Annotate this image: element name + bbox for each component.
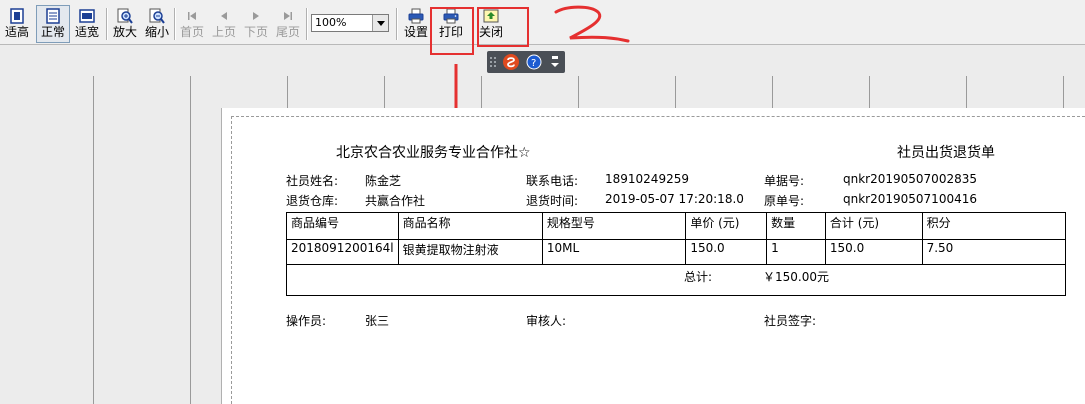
fit-height-label: 适高 [4,25,29,39]
fit-width-button[interactable]: 适宽 [70,6,104,42]
column-header: 积分 [921,212,1067,240]
toolbar-separator [396,8,397,40]
normal-size-icon [45,8,61,24]
total-cell: 总计: ￥150.00元 [286,264,1066,296]
annotation-box-close [477,7,529,47]
report-page: 北京农合农业服务专业合作社☆ 社员出货退货单 社员姓名: 陈金芝 联系电话: 1… [222,108,1085,404]
last-page-icon [280,8,296,24]
next-page-button[interactable]: 下页 [239,6,273,42]
annotation-box-print [430,7,474,55]
first-page-label: 首页 [179,25,204,39]
items-table: 商品编号 商品名称 规格型号 单价 (元) 数量 合计 (元) 积分 20180… [286,212,1067,296]
next-page-icon [248,8,264,24]
guide-line [93,76,94,404]
phone-value: 18910249259 [605,172,689,186]
ime-menu-icon [551,63,559,67]
column-header: 单价 (元) [685,212,768,240]
table-row: 2018091200164l 银黄提取物注射液 10ML 150.0 1 150… [286,239,1067,265]
company-name: 北京农合农业服务专业合作社☆ [336,145,531,161]
fit-height-icon [9,8,25,24]
guide-line [772,76,773,108]
original-number-value: qnkr20190507100416 [843,192,977,206]
reviewer-label: 审核人: [526,314,567,328]
printer-setup-icon [408,8,424,24]
column-header: 数量 [766,212,826,240]
member-name-label: 社员姓名: [286,174,339,188]
print-setup-button[interactable]: 设置 [399,6,433,42]
signature-label: 社员签字: [764,314,817,328]
normal-size-button[interactable]: 正常 [36,5,70,43]
guide-line [1063,76,1064,108]
warehouse-label: 退货仓库: [286,194,339,208]
first-page-icon [184,8,200,24]
item-code-cell: 2018091200164l [286,239,399,265]
svg-text:?: ? [531,58,536,69]
return-time-value: 2019-05-07 17:20:18.0 [605,192,744,206]
zoom-select[interactable]: 100% [311,14,389,32]
doc-number-label: 单据号: [764,174,805,188]
prev-page-icon [216,8,232,24]
fit-width-icon [79,8,95,24]
report-title: 社员出货退货单 [897,145,995,161]
warehouse-value: 共赢合作社 [365,194,426,208]
toolbar-separator [106,8,107,40]
table-total-row: 总计: ￥150.00元 [286,264,1066,296]
zoom-out-icon [149,8,165,24]
normal-size-label: 正常 [40,25,65,39]
page-margin-line [231,116,1085,117]
points-cell: 7.50 [921,239,1067,265]
column-header: 合计 (元) [824,212,923,240]
item-name-cell: 银黄提取物注射液 [397,239,543,265]
phone-label: 联系电话: [526,174,579,188]
doc-number-value: qnkr20190507002835 [843,172,977,186]
zoom-out-button[interactable]: 缩小 [140,6,174,42]
column-header: 规格型号 [541,212,687,240]
return-time-label: 退货时间: [526,194,579,208]
zoom-value: 100% [315,16,347,29]
fit-width-label: 适宽 [74,25,99,39]
guide-line [675,76,676,108]
zoom-in-label: 放大 [112,25,137,39]
guide-line [190,76,191,404]
column-header: 商品名称 [397,212,543,240]
ime-toolbar-graphic: ? [490,54,559,70]
guide-line [481,76,482,108]
total-label: 总计: [684,270,713,284]
next-page-label: 下页 [243,25,268,39]
toolbar: 适高 正常 适宽 放大 缩小 首页 上页 下页 尾页 100% 设置 打印 关闭 [0,0,1085,45]
prev-page-label: 上页 [211,25,236,39]
chevron-down-icon[interactable] [372,15,388,31]
guide-line [384,76,385,108]
guide-line [966,76,967,108]
guide-line [578,76,579,108]
first-page-button[interactable]: 首页 [175,6,209,42]
total-value: ￥150.00元 [763,270,829,284]
original-number-label: 原单号: [764,194,805,208]
column-header: 商品编号 [286,212,399,240]
operator-value: 张三 [365,314,390,328]
subtotal-cell: 150.0 [824,239,923,265]
print-setup-label: 设置 [403,25,428,39]
zoom-in-icon [117,8,133,24]
guide-line [287,76,288,108]
fit-height-button[interactable]: 适高 [0,6,34,42]
unit-price-cell: 150.0 [685,239,768,265]
zoom-in-button[interactable]: 放大 [108,6,142,42]
item-spec-cell: 10ML [541,239,687,265]
table-header-row: 商品编号 商品名称 规格型号 单价 (元) 数量 合计 (元) 积分 [286,212,1067,240]
last-page-label: 尾页 [275,25,300,39]
member-name-value: 陈金芝 [365,174,402,188]
prev-page-button[interactable]: 上页 [207,6,241,42]
guide-line [869,76,870,108]
toolbar-separator [306,8,307,40]
quantity-cell: 1 [766,239,826,265]
zoom-out-label: 缩小 [144,25,169,39]
last-page-button[interactable]: 尾页 [271,6,305,42]
page-margin-line [231,116,232,404]
operator-label: 操作员: [286,314,327,328]
ime-toolbar[interactable]: ? [487,51,565,73]
